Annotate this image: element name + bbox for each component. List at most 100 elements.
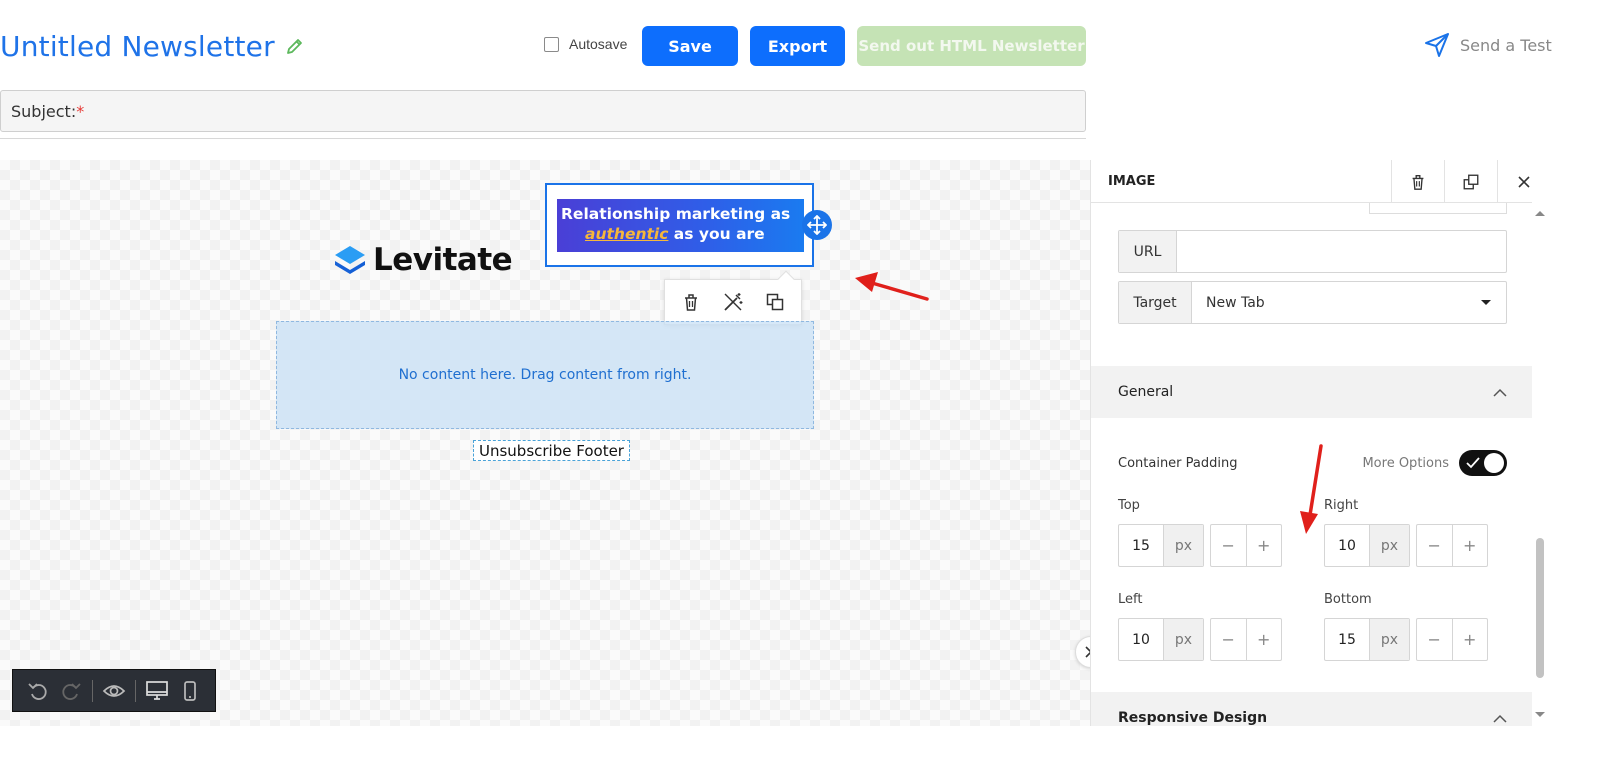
target-value: New Tab [1206, 294, 1265, 311]
properties-panel: URL Target New Tab General Container Pad… [1090, 160, 1548, 726]
padding-top-input[interactable]: 15 px [1118, 524, 1204, 567]
close-panel-button[interactable] [1497, 160, 1548, 203]
panel-title: IMAGE [1108, 174, 1156, 189]
magic-wand-icon[interactable] [722, 291, 744, 313]
padding-top-value[interactable]: 15 [1119, 525, 1163, 566]
redo-button[interactable] [55, 676, 89, 706]
trash-icon [1412, 174, 1424, 190]
save-button[interactable]: Save [642, 26, 738, 66]
padding-left-label: Left [1118, 592, 1143, 607]
padding-left-unit: px [1163, 619, 1203, 660]
selected-image-block[interactable]: Relationship marketing as authentic as y… [545, 183, 814, 267]
responsive-label: Responsive Design [1118, 710, 1268, 726]
target-label: Target [1119, 282, 1192, 323]
responsive-section-header[interactable]: Responsive Design [1091, 692, 1533, 726]
empty-dropzone[interactable]: No content here. Drag content from right… [276, 321, 814, 429]
more-options-toggle[interactable] [1459, 450, 1507, 476]
close-icon [1518, 175, 1530, 188]
padding-top-control: 15 px − + [1118, 524, 1282, 567]
autosave-toggle[interactable]: Autosave [544, 36, 627, 52]
mobile-icon [184, 680, 197, 701]
autosave-checkbox[interactable] [544, 36, 559, 52]
desktop-view-button[interactable] [140, 676, 174, 706]
scroll-up-icon[interactable] [1532, 208, 1548, 218]
url-label: URL [1119, 231, 1177, 272]
url-field: URL [1118, 230, 1507, 273]
subject-label: Subject: [11, 101, 77, 121]
levitate-logo-icon [335, 246, 365, 274]
padding-left-input[interactable]: 10 px [1118, 618, 1204, 661]
export-button[interactable]: Export [750, 26, 845, 66]
panel-header: IMAGE [1091, 160, 1548, 203]
container-padding-row: Container Padding More Options [1118, 450, 1507, 476]
container-padding-label: Container Padding [1118, 455, 1238, 471]
redo-icon [62, 682, 82, 700]
newsletter-title[interactable]: Untitled Newsletter [0, 26, 305, 66]
chevron-up-icon [1493, 388, 1507, 397]
padding-top-stepper: − + [1210, 524, 1282, 567]
pencil-icon[interactable] [285, 36, 305, 56]
toolbar-separator [92, 679, 94, 702]
padding-bottom-decrement[interactable]: − [1417, 619, 1452, 660]
send-newsletter-button[interactable]: Send out HTML Newsletter [857, 26, 1086, 66]
padding-left-increment[interactable]: + [1245, 619, 1282, 660]
padding-right-label: Right [1324, 498, 1359, 513]
padding-bottom-stepper: − + [1416, 618, 1488, 661]
padding-left-decrement[interactable]: − [1211, 619, 1246, 660]
send-test-link[interactable]: Send a Test [1424, 32, 1552, 58]
subject-field[interactable]: Subject: * [0, 90, 1086, 132]
newsletter-editor: Untitled Newsletter Autosave Save Export… [0, 0, 1600, 774]
undo-button[interactable] [21, 676, 55, 706]
padding-left-value[interactable]: 10 [1119, 619, 1163, 660]
desktop-icon [145, 680, 168, 700]
padding-bottom-label: Bottom [1324, 592, 1372, 607]
mobile-view-button[interactable] [173, 676, 207, 706]
padding-left-control: 10 px − + [1118, 618, 1282, 661]
general-section-header[interactable]: General [1091, 366, 1533, 418]
banner-image[interactable]: Relationship marketing as authentic as y… [557, 199, 804, 252]
padding-top-unit: px [1163, 525, 1203, 566]
url-input[interactable] [1177, 231, 1506, 272]
header-divider [0, 138, 1086, 139]
duplicate-icon[interactable] [765, 292, 785, 312]
duplicate-block-button[interactable] [1444, 160, 1497, 203]
scroll-down-icon[interactable] [1532, 710, 1548, 720]
send-test-label: Send a Test [1460, 35, 1552, 55]
padding-right-input[interactable]: 10 px [1324, 524, 1410, 567]
padding-top-increment[interactable]: + [1245, 525, 1282, 566]
padding-right-value[interactable]: 10 [1325, 525, 1369, 566]
trash-icon[interactable] [681, 292, 701, 312]
scrollbar-thumb[interactable] [1536, 538, 1544, 678]
padding-right-control: 10 px − + [1324, 524, 1488, 567]
delete-block-button[interactable] [1391, 160, 1444, 203]
canvas-toolbar [12, 669, 216, 712]
banner-line-1: Relationship marketing as [561, 205, 791, 223]
general-label: General [1118, 384, 1174, 400]
dropzone-text: No content here. Drag content from right… [398, 367, 692, 383]
panel-scrollbar[interactable] [1532, 202, 1548, 726]
unsubscribe-footer[interactable]: Unsubscribe Footer [473, 440, 630, 461]
eye-icon [102, 684, 126, 697]
padding-left-stepper: − + [1210, 618, 1282, 661]
padding-right-decrement[interactable]: − [1417, 525, 1452, 566]
required-mark: * [76, 101, 85, 121]
newsletter-title-text[interactable]: Untitled Newsletter [0, 30, 275, 63]
autosave-label: Autosave [569, 36, 628, 52]
padding-top-decrement[interactable]: − [1211, 525, 1246, 566]
levitate-logo[interactable]: Levitate [333, 242, 513, 278]
padding-bottom-increment[interactable]: + [1451, 619, 1488, 660]
editor-canvas[interactable]: Levitate Relationship marketing as authe… [0, 160, 1090, 726]
banner-line-2: authentic as you are [561, 224, 804, 244]
more-options-label: More Options [1362, 455, 1449, 471]
padding-right-increment[interactable]: + [1451, 525, 1488, 566]
preview-button[interactable] [97, 676, 131, 706]
banner-line-2-rest: as you are [668, 225, 765, 243]
move-icon[interactable] [802, 210, 832, 240]
padding-bottom-unit: px [1369, 619, 1409, 660]
target-select[interactable]: New Tab [1192, 282, 1506, 323]
padding-bottom-value[interactable]: 15 [1325, 619, 1369, 660]
banner-emphasis: authentic [585, 225, 669, 243]
target-field: Target New Tab [1118, 281, 1507, 324]
padding-bottom-input[interactable]: 15 px [1324, 618, 1410, 661]
toggle-knob [1484, 453, 1504, 473]
